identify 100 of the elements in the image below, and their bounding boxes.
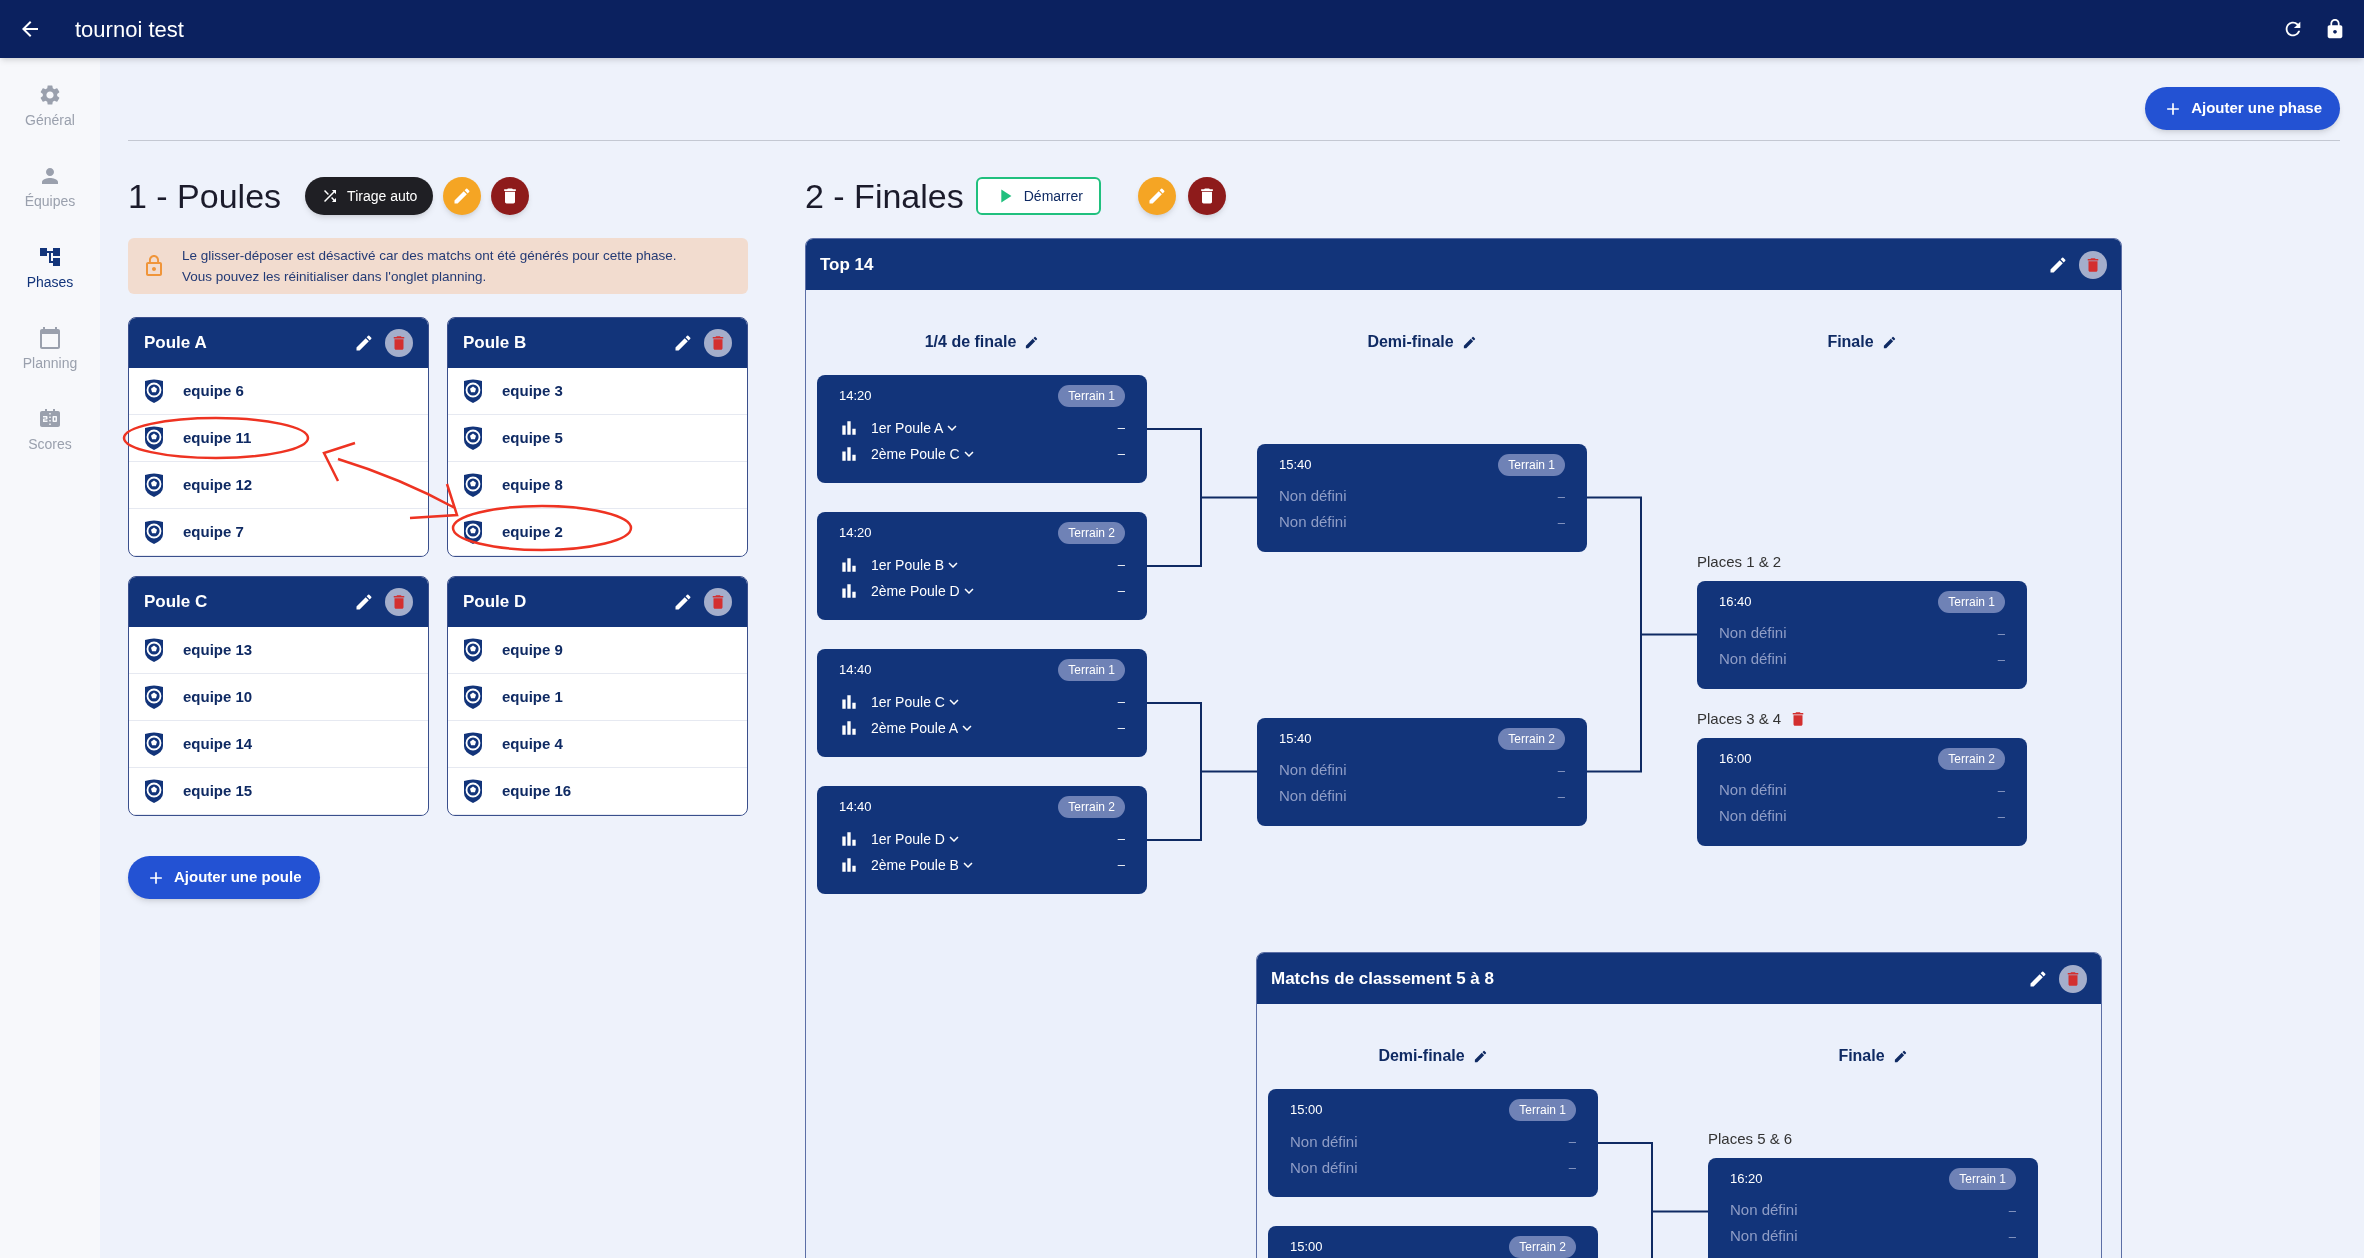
match-label: Places 3 & 4	[1697, 708, 1782, 729]
team-name: equipe 10	[183, 686, 253, 707]
round-title[interactable]: Finale	[1838, 1044, 1908, 1068]
round-title[interactable]: Demi-finale	[1367, 330, 1477, 354]
team-name: equipe 3	[502, 380, 563, 401]
calendar-icon	[38, 326, 62, 350]
delete-button[interactable]	[704, 588, 732, 616]
pool-title: Poule A	[144, 332, 207, 355]
pencil-icon	[2028, 968, 2048, 989]
team-name: 1er Poule C	[871, 692, 945, 712]
pool-title: Poule D	[463, 591, 527, 614]
court-badge: Terrain 1	[1938, 590, 2005, 613]
bar-chart-icon	[839, 692, 859, 712]
team-name: Non défini	[1719, 623, 1787, 644]
court-badge: Terrain 1	[1058, 385, 1125, 407]
match-card[interactable]: 15:40 Terrain 2 Non défini – Non défini –	[1257, 717, 1587, 826]
score: –	[1117, 856, 1125, 875]
bar-chart-icon	[839, 418, 859, 438]
team-name: Non défini	[1719, 780, 1787, 801]
add-phase-button[interactable]: Ajouter une phase	[2145, 87, 2340, 130]
court-badge: Terrain 1	[1949, 1167, 2016, 1190]
notice-text: Le glisser-déposer est désactivé car des matchs ont été générés pour cette phase. Vous pouvez les réinitialiser dans l'onglet planning.	[182, 247, 677, 286]
team-name: Non défini	[1719, 806, 1787, 827]
sidebar-item[interactable]: Phases	[5, 238, 95, 300]
match-time: 15:40	[1279, 455, 1312, 474]
team-name: 2ème Poule A	[871, 718, 959, 738]
pencil-icon	[673, 592, 693, 612]
delete-button[interactable]	[2079, 250, 2107, 279]
team-name: equipe 14	[183, 733, 253, 754]
bar-chart-icon	[839, 829, 859, 849]
team-name: equipe 16	[502, 780, 572, 801]
phase-title: 2 - Finales	[805, 175, 964, 217]
team-name: Non défini	[1279, 486, 1347, 507]
match-card[interactable]: 16:40 Terrain 1 Non défini – Non défini –	[1697, 580, 2027, 689]
team-name: Non défini	[1730, 1226, 1798, 1247]
court-badge: Terrain 1	[1058, 659, 1125, 681]
team-name: 2ème Poule C	[871, 444, 960, 464]
pencil-icon	[2048, 254, 2068, 275]
draw-button[interactable]: Tirage auto	[305, 177, 434, 215]
team-name: equipe 9	[502, 639, 563, 660]
court-badge: Terrain 1	[1498, 453, 1565, 476]
delete-button[interactable]	[491, 177, 530, 215]
score: –	[2008, 1201, 2016, 1220]
start-button[interactable]: Démarrer	[975, 177, 1101, 215]
team-name: equipe 8	[502, 474, 563, 495]
match-time: 15:00	[1290, 1238, 1323, 1257]
team-name: equipe 15	[183, 780, 253, 801]
score: –	[1117, 719, 1125, 738]
team-name: equipe 13	[183, 639, 253, 660]
score: –	[1117, 693, 1125, 712]
score: –	[1117, 830, 1125, 849]
match-card[interactable]: 16:20 Terrain 1 Non défini – Non défini –	[1708, 1157, 2038, 1258]
match-card[interactable]: 14:20 Terrain 2 1er Poule B – 2ème Poule D –	[817, 512, 1147, 620]
team-name: equipe 7	[183, 521, 244, 542]
team-name: 1er Poule A	[871, 418, 944, 438]
team-name: equipe 6	[183, 380, 244, 401]
delete-button[interactable]	[704, 329, 732, 357]
app-title: tournoi test	[75, 15, 184, 44]
pencil-icon	[1892, 1048, 1908, 1064]
pencil-icon	[354, 333, 374, 353]
team-name: Non défini	[1730, 1200, 1798, 1221]
bracket-title: Matchs de classement 5 à 8	[1271, 967, 1494, 990]
round-title[interactable]: Finale	[1827, 330, 1897, 354]
round-title[interactable]: Demi-finale	[1378, 1044, 1488, 1068]
team-name: 2ème Poule D	[871, 581, 960, 601]
score: –	[1997, 807, 2005, 826]
team-name: Non défini	[1290, 1157, 1358, 1178]
delete-button[interactable]	[2059, 964, 2087, 993]
pool-title: Poule C	[144, 591, 208, 614]
team-name: equipe 2	[502, 521, 563, 542]
team-name: equipe 11	[183, 427, 252, 448]
team-name: equipe 1	[502, 686, 563, 707]
score: –	[1557, 761, 1565, 780]
team-name: Non défini	[1279, 512, 1347, 533]
court-badge: Terrain 2	[1938, 747, 2005, 770]
team-name: Non défini	[1719, 649, 1787, 670]
score: –	[1568, 1159, 1576, 1178]
match-card[interactable]: 14:40 Terrain 1 1er Poule C – 2ème Poule A –	[817, 649, 1147, 757]
delete-button[interactable]	[385, 329, 413, 357]
match-card[interactable]: 14:20 Terrain 1 1er Poule A – 2ème Poule C –	[817, 375, 1147, 483]
add-pool-button[interactable]: Ajouter une poule	[128, 856, 320, 899]
bar-chart-icon	[839, 855, 859, 875]
score: –	[1997, 624, 2005, 643]
round-title[interactable]: 1/4 de finale	[924, 330, 1040, 354]
match-time: 14:20	[839, 524, 872, 543]
match-time: 14:20	[839, 387, 872, 406]
match-card[interactable]: 16:00 Terrain 2 Non défini – Non défini –	[1697, 737, 2027, 846]
bar-chart-icon	[839, 444, 859, 464]
match-card[interactable]: 15:00 Terrain 2	[1268, 1226, 1598, 1258]
match-card[interactable]: 15:40 Terrain 1 Non défini – Non défini –	[1257, 443, 1587, 552]
court-badge: Terrain 1	[1509, 1099, 1576, 1121]
team-name: equipe 5	[502, 427, 563, 448]
match-card[interactable]: 15:00 Terrain 1 Non défini – Non défini –	[1268, 1089, 1598, 1197]
match-label: Places 5 & 6	[1708, 1128, 1793, 1149]
score: –	[1117, 419, 1125, 438]
match-card[interactable]: 14:40 Terrain 2 1er Poule D – 2ème Poule B –	[817, 786, 1147, 894]
pencil-icon	[1881, 334, 1897, 350]
delete-button[interactable]	[1187, 177, 1226, 215]
delete-button[interactable]	[385, 588, 413, 616]
score: –	[1557, 513, 1565, 532]
